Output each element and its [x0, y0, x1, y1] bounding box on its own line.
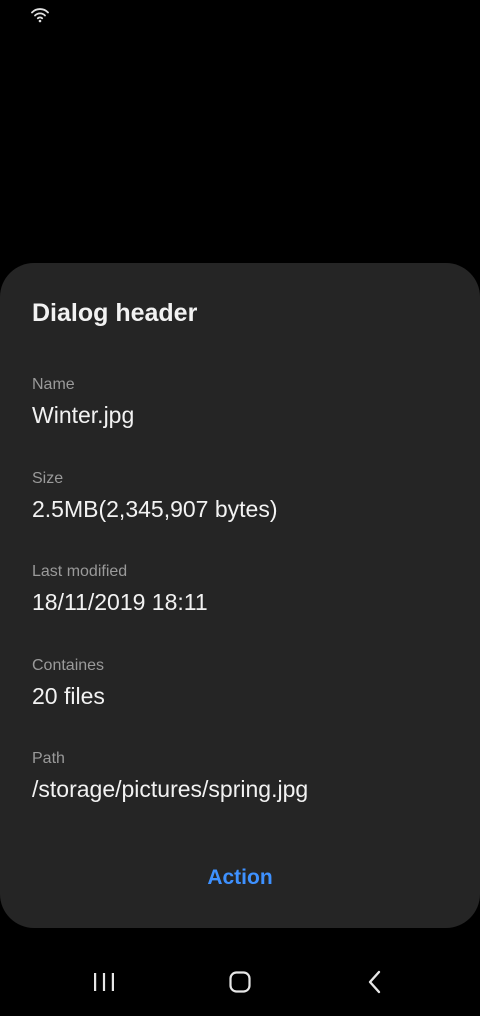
details-dialog: Dialog header Name Winter.jpg Size 2.5MB… [0, 263, 480, 928]
wifi-icon [31, 8, 49, 23]
home-icon [229, 971, 251, 993]
navigation-bar [0, 950, 480, 1016]
field-value: /storage/pictures/spring.jpg [32, 776, 309, 802]
field-value: 18/11/2019 18:11 [32, 589, 208, 615]
field-name: Name Winter.jpg [32, 375, 452, 429]
field-label: Containes [32, 657, 105, 674]
field-label: Size [32, 470, 64, 487]
field-label: Name [32, 376, 75, 393]
field-value: 20 files [32, 683, 105, 709]
field-value: Winter.jpg [32, 402, 135, 428]
screen: Dialog header Name Winter.jpg Size 2.5MB… [0, 0, 480, 1016]
field-path: Path /storage/pictures/spring.jpg [32, 749, 452, 803]
back-icon [368, 970, 381, 994]
field-label: Last modified [32, 563, 128, 580]
field-contains: Containes 20 files [32, 656, 452, 710]
back-button[interactable] [345, 962, 405, 1002]
field-value: 2.5MB(2,345,907 bytes) [32, 496, 278, 522]
field-last-modified: Last modified 18/11/2019 18:11 [32, 562, 452, 616]
home-button[interactable] [210, 962, 270, 1002]
recents-icon [94, 973, 114, 991]
field-size: Size 2.5MB(2,345,907 bytes) [32, 469, 452, 523]
recents-button[interactable] [74, 962, 134, 1002]
field-label: Path [32, 750, 65, 767]
action-button[interactable]: Action [140, 853, 340, 903]
dialog-title: Dialog header [32, 299, 198, 327]
status-bar [0, 0, 480, 30]
